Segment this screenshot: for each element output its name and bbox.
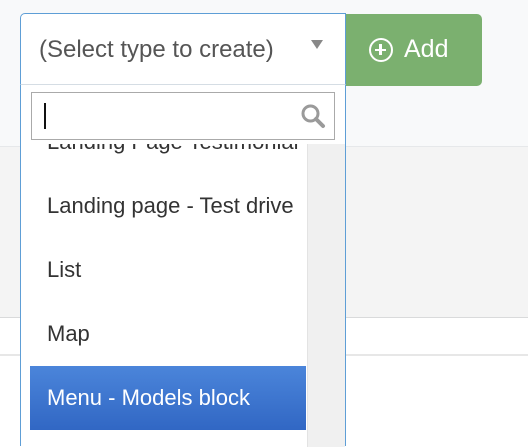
scrollbar[interactable] bbox=[307, 144, 345, 447]
add-button-label: Add bbox=[404, 35, 449, 63]
search-field[interactable] bbox=[31, 92, 335, 140]
option-label: Landing Page Testimonial bbox=[47, 144, 299, 155]
list-item[interactable]: Landing page - Test drive bbox=[30, 174, 306, 238]
option-label: List bbox=[47, 257, 82, 282]
options-list: Landing Page Testimonial Landing page - … bbox=[21, 144, 345, 447]
list-item[interactable]: Landing Page Testimonial bbox=[30, 144, 306, 174]
list-item[interactable]: List bbox=[30, 238, 306, 302]
select-placeholder: (Select type to create) bbox=[39, 36, 274, 63]
add-button[interactable]: Add bbox=[346, 14, 482, 86]
search-icon bbox=[300, 103, 326, 129]
select-dropdown: Landing Page Testimonial Landing page - … bbox=[20, 84, 346, 447]
option-label: Map bbox=[47, 321, 90, 346]
option-label: Menu - Models block bbox=[47, 385, 250, 410]
plus-circle-icon bbox=[369, 38, 393, 62]
type-select[interactable]: (Select type to create) bbox=[20, 13, 346, 85]
caret-down-icon bbox=[311, 40, 323, 49]
text-cursor bbox=[44, 103, 46, 129]
list-item-highlighted[interactable]: Menu - Models block bbox=[30, 366, 306, 430]
search-input[interactable] bbox=[32, 93, 334, 139]
option-label: Landing page - Test drive bbox=[47, 193, 294, 218]
list-item[interactable]: Map bbox=[30, 302, 306, 366]
